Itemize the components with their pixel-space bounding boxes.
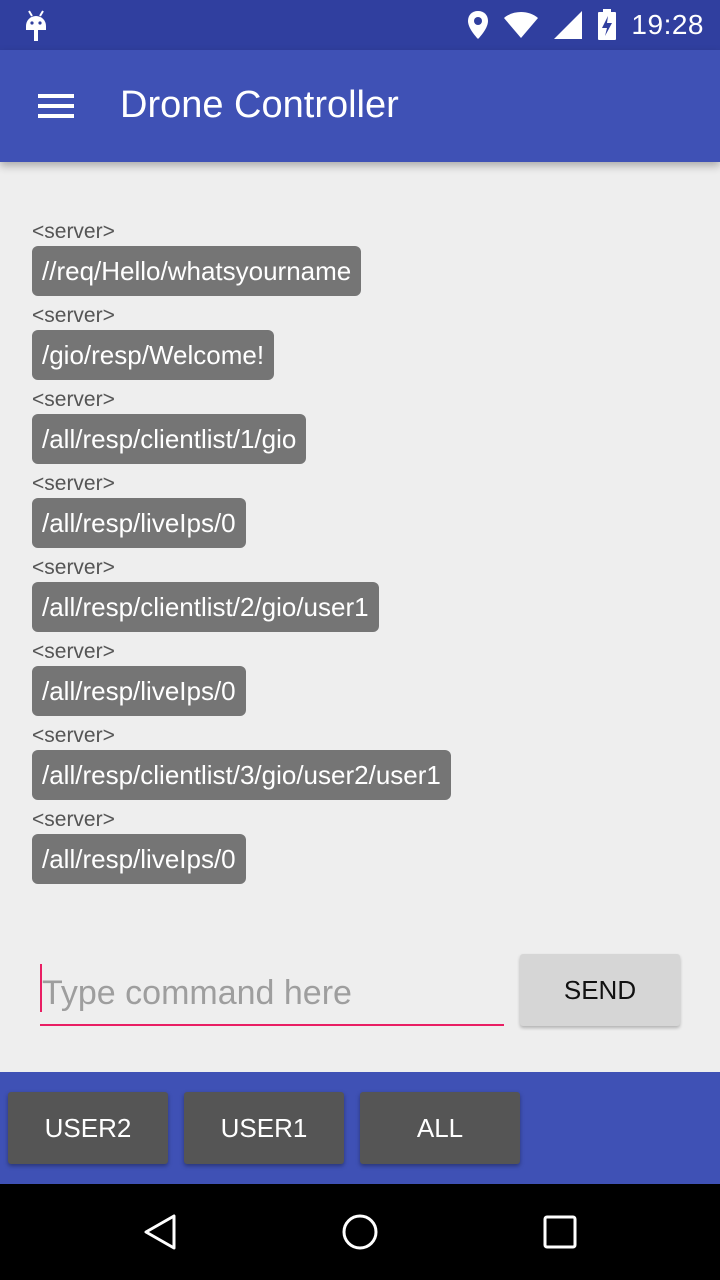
message-bubble: /all/resp/clientlist/3/gio/user2/user1 xyxy=(32,750,451,800)
message-sender: <server> xyxy=(32,808,115,831)
message-item: <server> /all/resp/clientlist/3/gio/user2… xyxy=(32,722,692,800)
message-sender: <server> xyxy=(32,388,115,411)
home-icon[interactable] xyxy=(340,1212,380,1252)
message-item: <server> /gio/resp/Welcome! xyxy=(32,302,692,380)
battery-charging-icon xyxy=(598,9,617,40)
user2-button[interactable]: USER2 xyxy=(8,1092,168,1164)
all-button[interactable]: ALL xyxy=(360,1092,520,1164)
command-input-row: SEND xyxy=(40,952,680,1032)
wifi-icon xyxy=(504,12,539,38)
message-sender: <server> xyxy=(32,220,115,243)
bottom-button-bar: USER2 USER1 ALL xyxy=(0,1072,720,1184)
back-icon[interactable] xyxy=(140,1212,180,1252)
message-item: <server> //req/Hello/whatsyourname xyxy=(32,218,692,296)
menu-icon[interactable] xyxy=(36,90,76,122)
user1-button[interactable]: USER1 xyxy=(184,1092,344,1164)
message-bubble: /all/resp/liveIps/0 xyxy=(32,498,246,548)
message-bubble: //req/Hello/whatsyourname xyxy=(32,246,362,296)
command-input[interactable] xyxy=(40,962,504,1026)
message-item: <server> /all/resp/liveIps/0 xyxy=(32,638,692,716)
message-sender: <server> xyxy=(32,640,115,663)
message-item: <server> /all/resp/liveIps/0 xyxy=(32,806,692,884)
message-list[interactable]: <server>//req/Hello/whatsyourname <server… xyxy=(32,218,692,890)
message-sender: <server> xyxy=(32,472,115,495)
message-item: <server> /all/resp/liveIps/0 xyxy=(32,470,692,548)
page-title: Drone Controller xyxy=(120,84,399,126)
message-item: <server> /all/resp/clientlist/1/gio xyxy=(32,386,692,464)
text-cursor xyxy=(40,964,42,1012)
message-sender: <server> xyxy=(32,304,115,327)
message-bubble: /all/resp/liveIps/0 xyxy=(32,834,246,884)
message-sender: <server> xyxy=(32,556,115,579)
send-button[interactable]: SEND xyxy=(520,954,680,1026)
status-time: 19:28 xyxy=(631,9,704,40)
signal-icon xyxy=(554,11,583,39)
system-nav-bar xyxy=(0,1184,720,1280)
message-bubble: /all/resp/clientlist/2/gio/user1 xyxy=(32,582,379,632)
location-icon xyxy=(468,11,489,39)
message-bubble: /all/resp/liveIps/0 xyxy=(32,666,246,716)
message-item: <server> /all/resp/clientlist/2/gio/user1 xyxy=(32,554,692,632)
message-bubble: /gio/resp/Welcome! xyxy=(32,330,275,380)
message-sender: <server> xyxy=(32,724,115,747)
app-bar: Drone Controller xyxy=(0,50,720,162)
recents-icon[interactable] xyxy=(540,1212,580,1252)
status-bar: 19:28 xyxy=(0,0,720,50)
message-bubble: /all/resp/clientlist/1/gio xyxy=(32,414,307,464)
android-notification-icon xyxy=(26,10,46,41)
